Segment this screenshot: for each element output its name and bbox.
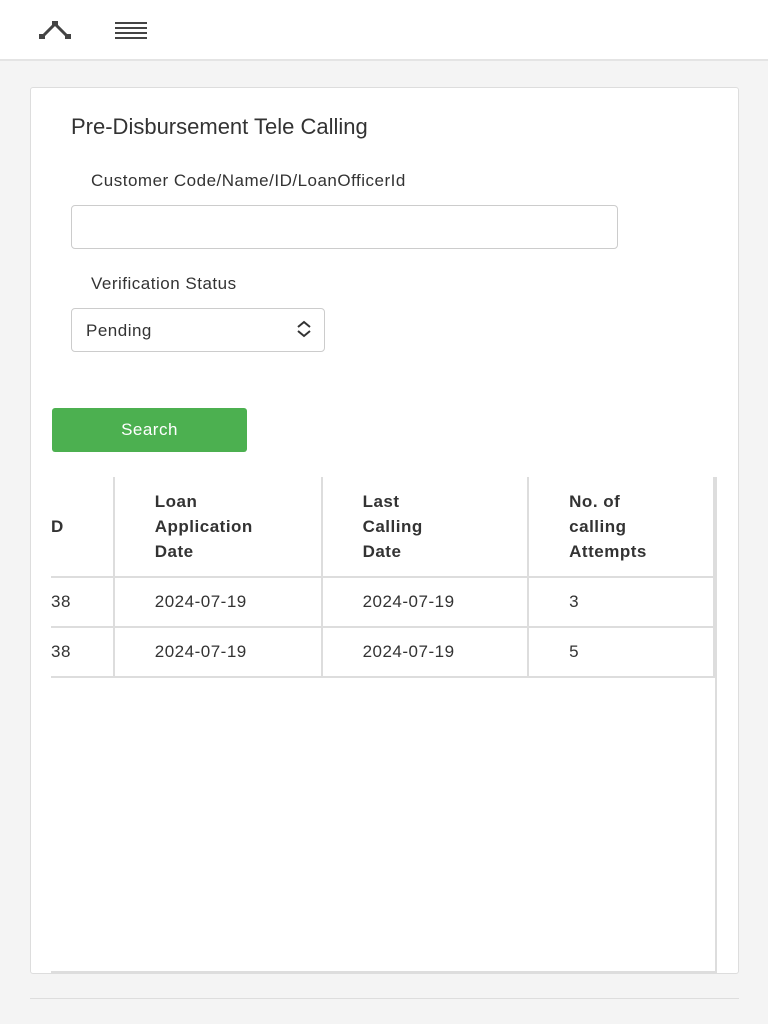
customer-search-input[interactable] bbox=[71, 205, 618, 249]
top-bar bbox=[0, 0, 768, 61]
table-cell: 38 bbox=[51, 576, 115, 628]
status-label: Verification Status bbox=[91, 274, 237, 293]
page-title: Pre-Disbursement Tele Calling bbox=[71, 114, 368, 139]
table-cell: 3 bbox=[527, 576, 715, 628]
collapse-up-icon[interactable] bbox=[38, 18, 72, 47]
table-cell: 5 bbox=[527, 626, 715, 678]
tele-calling-card: Pre-Disbursement Tele Calling Customer C… bbox=[30, 87, 739, 974]
table-cell: 2024-07-19 bbox=[320, 626, 530, 678]
column-header: No. of calling Attempts bbox=[527, 477, 715, 578]
column-header: Loan Application Date bbox=[112, 477, 323, 578]
table-cell: 2024-07-19 bbox=[320, 576, 530, 628]
results-table: D Loan Application Date Last Calling Date N… bbox=[51, 477, 715, 678]
table-cell: 38 bbox=[51, 626, 115, 678]
results-table-scroll[interactable]: D Loan Application Date Last Calling Date N… bbox=[51, 477, 717, 973]
search-label: Customer Code/Name/ID/LoanOfficerId bbox=[91, 171, 406, 190]
column-header: D bbox=[51, 477, 115, 578]
table-cell: 2024-07-19 bbox=[112, 626, 323, 678]
menu-icon[interactable] bbox=[115, 21, 147, 46]
select-chevron-icon bbox=[296, 320, 312, 343]
verification-status-select[interactable]: Pending bbox=[71, 308, 325, 352]
table-cell: 2024-07-19 bbox=[112, 576, 323, 628]
column-header: Last Calling Date bbox=[320, 477, 530, 578]
status-value: Pending bbox=[86, 321, 152, 340]
table-row: 38 2024-07-19 2024-07-19 5 bbox=[51, 626, 715, 678]
divider bbox=[30, 998, 739, 999]
table-row: 38 2024-07-19 2024-07-19 3 bbox=[51, 576, 715, 628]
search-button[interactable]: Search bbox=[52, 408, 247, 452]
